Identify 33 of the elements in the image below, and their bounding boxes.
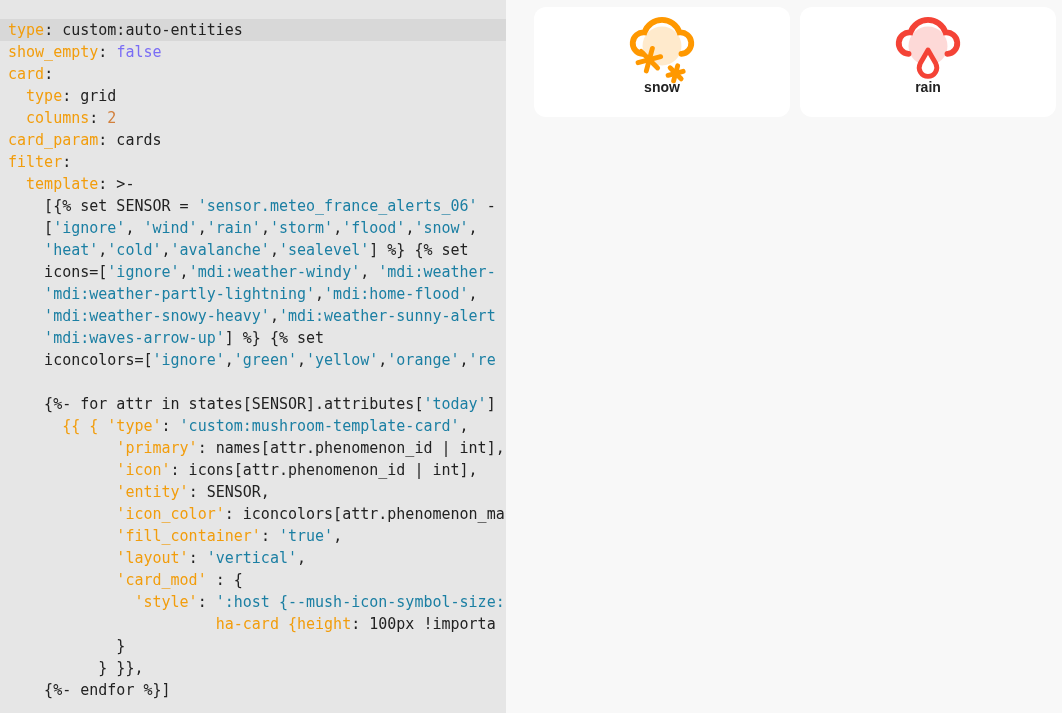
code-line: iconcolors=['ignore','green','yellow','orange','re: [43, 350, 497, 371]
code-line: icons=['ignore','mdi:weather-windy', 'mdi:weather-: [43, 262, 497, 283]
code-line: {{ { 'type': 'custom:mushroom-template-card',: [61, 416, 470, 437]
code-line: [{% set SENSOR = 'sensor.meteo_france_alerts_06' -: [43, 196, 497, 217]
code-line: 'mdi:weather-partly-lightning','mdi:home-flood',: [43, 284, 479, 305]
code-line: 'card_mod' : {: [115, 570, 244, 591]
code-line: template: >-: [25, 174, 136, 195]
code-line: card:: [7, 64, 55, 85]
code-line: 'icon_color': iconcolors[attr.phenomenon_ma: [115, 504, 506, 525]
code-line: 'fill_container': 'true',: [115, 526, 344, 547]
code-line: card_param: cards: [7, 130, 163, 151]
code-line: 'entity': SENSOR,: [115, 482, 271, 503]
code-line: show_empty: false: [7, 42, 163, 63]
code-line: 'mdi:weather-snowy-heavy','mdi:weather-sunny-alert: [43, 306, 497, 327]
code-line: 'layout': 'vertical',: [115, 548, 308, 569]
code-line: 'icon': icons[attr.phenomenon_id | int],: [115, 460, 479, 481]
code-line: 'heat','cold','avalanche','sealevel'] %} {% set: [43, 240, 470, 261]
code-line: filter:: [7, 152, 73, 173]
code-line: } }},: [97, 658, 145, 679]
code-line: ha-card {height: 100px !importa: [214, 614, 497, 635]
code-line: 'mdi:waves-arrow-up'] %} {% set: [43, 328, 326, 349]
weather-card[interactable]: rain: [800, 7, 1056, 117]
weather-card[interactable]: snow: [534, 7, 790, 117]
code-line: }: [115, 636, 127, 657]
code-line: 'style': ':host {--mush-icon-symbol-size:: [133, 592, 506, 613]
code-line: {%- endfor %}]: [43, 680, 172, 701]
code-line: ['ignore', 'wind','rain','storm','flood','snow',: [43, 218, 479, 239]
card-name: rain: [915, 79, 941, 95]
code-line: 'primary': names[attr.phenomenon_id | int],: [115, 438, 506, 459]
card-name: snow: [644, 79, 680, 95]
code-line: {%- for attr in states[SENSOR].attributes['today']: [43, 394, 497, 415]
code-line: columns: 2: [25, 108, 118, 129]
code-line: type: grid: [25, 86, 118, 107]
